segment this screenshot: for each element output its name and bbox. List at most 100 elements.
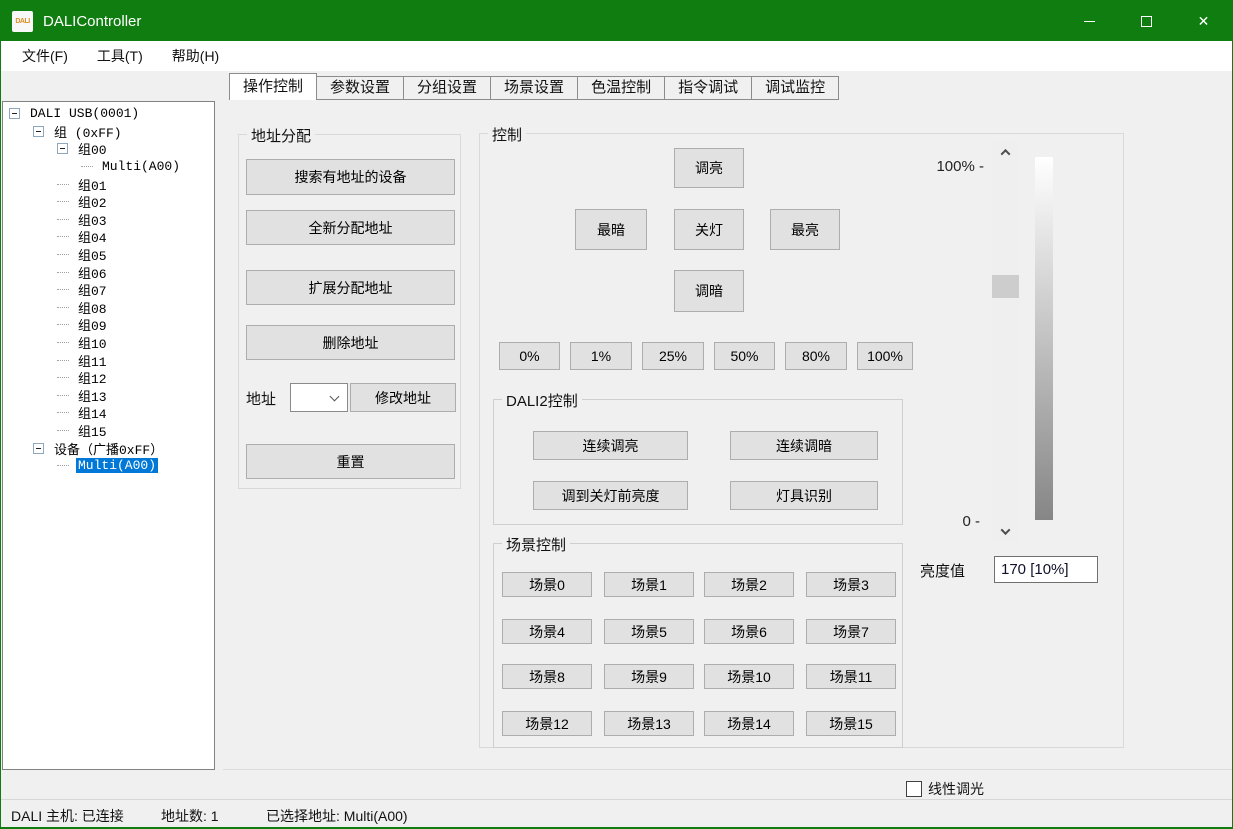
scene-button-12[interactable]: 场景12 [502, 711, 592, 736]
tab-parameter-settings[interactable]: 参数设置 [316, 76, 404, 100]
percent-button-0[interactable]: 0% [499, 342, 560, 370]
tree-item[interactable]: 组13 [3, 387, 214, 405]
tree-item[interactable]: Multi(A00) [3, 158, 214, 176]
scene-button-11[interactable]: 场景11 [806, 664, 896, 689]
delete-address-button[interactable]: 删除地址 [246, 325, 455, 360]
brightness-scrollbar[interactable] [992, 142, 1019, 541]
percent-button-50[interactable]: 50% [714, 342, 775, 370]
assign-new-address-button[interactable]: 全新分配地址 [246, 210, 455, 245]
scene-button-13[interactable]: 场景13 [604, 711, 694, 736]
tree-item[interactable]: 组 (0xFF) [3, 123, 214, 141]
tree-item[interactable]: 组11 [3, 351, 214, 369]
tree-item[interactable]: 组10 [3, 334, 214, 352]
tree-connector [57, 324, 69, 325]
scene-button-6[interactable]: 场景6 [704, 619, 794, 644]
tree-connector [57, 360, 69, 361]
continuous-dim-button[interactable]: 连续调暗 [730, 431, 878, 460]
tree-connector [57, 236, 69, 237]
scene-button-1[interactable]: 场景1 [604, 572, 694, 597]
menu-item-tools[interactable]: 工具(T) [97, 46, 143, 66]
maximize-button[interactable] [1118, 1, 1175, 41]
scrollbar-thumb[interactable] [992, 275, 1019, 298]
tree-item[interactable]: 组15 [3, 422, 214, 440]
tree-item[interactable]: 组08 [3, 299, 214, 317]
tree-item[interactable]: 组00 [3, 140, 214, 158]
scroll-up-button[interactable] [992, 144, 1019, 160]
menu-item-file[interactable]: 文件(F) [22, 46, 68, 66]
tab-operation-control[interactable]: 操作控制 [229, 73, 317, 100]
tree-item[interactable]: 组14 [3, 404, 214, 422]
address-combo[interactable] [290, 383, 348, 412]
expand-minus-icon[interactable] [57, 143, 68, 154]
tree-item-label: 组10 [76, 333, 109, 352]
scene-button-9[interactable]: 场景9 [604, 664, 694, 689]
tab-scene-settings[interactable]: 场景设置 [490, 76, 578, 100]
tab-bar: 操作控制参数设置分组设置场景设置色温控制指令调试调试监控 [229, 73, 838, 100]
tree-item[interactable]: 组09 [3, 316, 214, 334]
tree-item[interactable]: Multi(A00) [3, 457, 214, 475]
tree-item[interactable]: 组04 [3, 228, 214, 246]
expand-minus-icon[interactable] [33, 126, 44, 137]
tree-item-label: 组05 [76, 245, 109, 264]
expand-minus-icon[interactable] [33, 443, 44, 454]
scene-button-15[interactable]: 场景15 [806, 711, 896, 736]
tab-command-debug[interactable]: 指令调试 [664, 76, 752, 100]
tab-group-settings[interactable]: 分组设置 [403, 76, 491, 100]
tree-item[interactable]: DALI USB(0001) [3, 105, 214, 123]
brighten-button[interactable]: 调亮 [674, 148, 744, 188]
tree-item-label: 组01 [76, 175, 109, 194]
device-tree[interactable]: DALI USB(0001)组 (0xFF)组00Multi(A00)组01组0… [2, 101, 215, 770]
lamp-identify-button[interactable]: 灯具识别 [730, 481, 878, 510]
scene-button-10[interactable]: 场景10 [704, 664, 794, 689]
tree-item[interactable]: 组02 [3, 193, 214, 211]
search-addressed-devices-button[interactable]: 搜索有地址的设备 [246, 159, 455, 195]
menu-item-help[interactable]: 帮助(H) [172, 46, 219, 66]
close-button[interactable]: ✕ [1175, 1, 1232, 41]
expand-minus-icon[interactable] [9, 108, 20, 119]
max-brightness-button[interactable]: 最亮 [770, 209, 840, 250]
percent-button-1[interactable]: 1% [570, 342, 632, 370]
recall-last-level-button[interactable]: 调到关灯前亮度 [533, 481, 688, 510]
scroll-down-button[interactable] [992, 523, 1019, 539]
scene-button-8[interactable]: 场景8 [502, 664, 592, 689]
reset-button[interactable]: 重置 [246, 444, 455, 479]
tree-item[interactable]: 组03 [3, 211, 214, 229]
tree-item[interactable]: 组06 [3, 263, 214, 281]
percent-button-25[interactable]: 25% [642, 342, 704, 370]
tab-color-temp-control[interactable]: 色温控制 [577, 76, 665, 100]
percent-button-100[interactable]: 100% [857, 342, 913, 370]
maximize-icon [1141, 16, 1152, 27]
dim-button[interactable]: 调暗 [674, 270, 744, 312]
dali2-control-group-title: DALI2控制 [502, 390, 582, 411]
tree-item[interactable]: 组07 [3, 281, 214, 299]
percent-button-80[interactable]: 80% [785, 342, 847, 370]
extend-assign-address-button[interactable]: 扩展分配地址 [246, 270, 455, 305]
tree-item[interactable]: 组01 [3, 175, 214, 193]
tree-connector [57, 219, 69, 220]
lamp-off-button[interactable]: 关灯 [674, 209, 744, 250]
linear-dimming-label: 线性调光 [928, 779, 984, 799]
min-brightness-button[interactable]: 最暗 [575, 209, 647, 250]
tree-item[interactable]: 组05 [3, 246, 214, 264]
scene-button-2[interactable]: 场景2 [704, 572, 794, 597]
continuous-brighten-button[interactable]: 连续调亮 [533, 431, 688, 460]
status-host-connection: DALI 主机: 已连接 [11, 806, 124, 826]
scene-button-0[interactable]: 场景0 [502, 572, 592, 597]
modify-address-button[interactable]: 修改地址 [350, 383, 456, 412]
tree-item[interactable]: 设备（广播0xFF） [3, 439, 214, 457]
scene-button-5[interactable]: 场景5 [604, 619, 694, 644]
scene-button-7[interactable]: 场景7 [806, 619, 896, 644]
status-selected-address: 已选择地址: Multi(A00) [266, 806, 408, 826]
scene-button-4[interactable]: 场景4 [502, 619, 592, 644]
app-icon: DALI [12, 11, 33, 32]
tree-item-label: 组02 [76, 192, 109, 211]
status-address-count: 地址数: 1 [161, 806, 219, 826]
minimize-button[interactable] [1061, 1, 1118, 41]
linear-dimming-checkbox[interactable] [906, 781, 922, 797]
scene-button-14[interactable]: 场景14 [704, 711, 794, 736]
scene-button-3[interactable]: 场景3 [806, 572, 896, 597]
brightness-value-box[interactable]: 170 [10%] [994, 556, 1098, 583]
tab-debug-monitor[interactable]: 调试监控 [751, 76, 839, 100]
tree-item-label: 组09 [76, 315, 109, 334]
tree-item[interactable]: 组12 [3, 369, 214, 387]
